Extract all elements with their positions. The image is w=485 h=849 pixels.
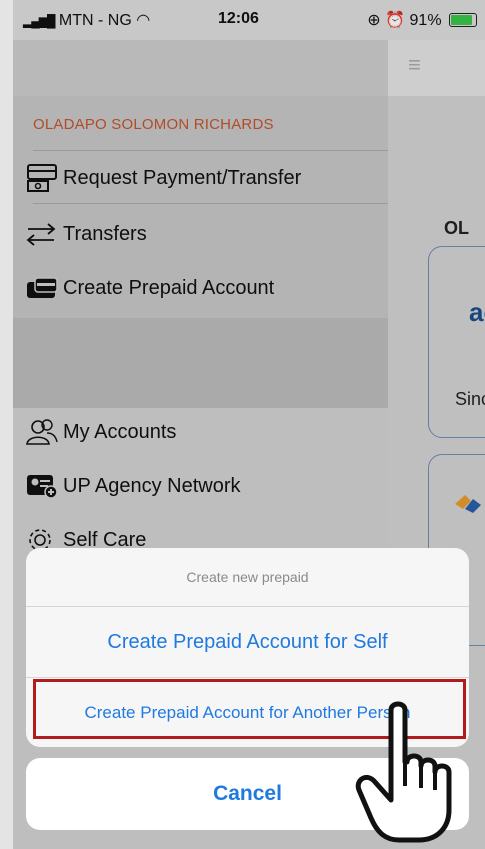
create-prepaid-self-button[interactable]: Create Prepaid Account for Self (26, 607, 469, 678)
pointing-hand-icon (355, 701, 452, 843)
action-sheet-title: Create new prepaid (26, 548, 469, 607)
phone-screen: ▂▄▆█ MTN - NG ◠ 12:06 ⊕ ⏰ 91% ≡ OL acc S… (13, 0, 485, 849)
device-frame: ▂▄▆█ MTN - NG ◠ 12:06 ⊕ ⏰ 91% ≡ OL acc S… (0, 0, 485, 849)
